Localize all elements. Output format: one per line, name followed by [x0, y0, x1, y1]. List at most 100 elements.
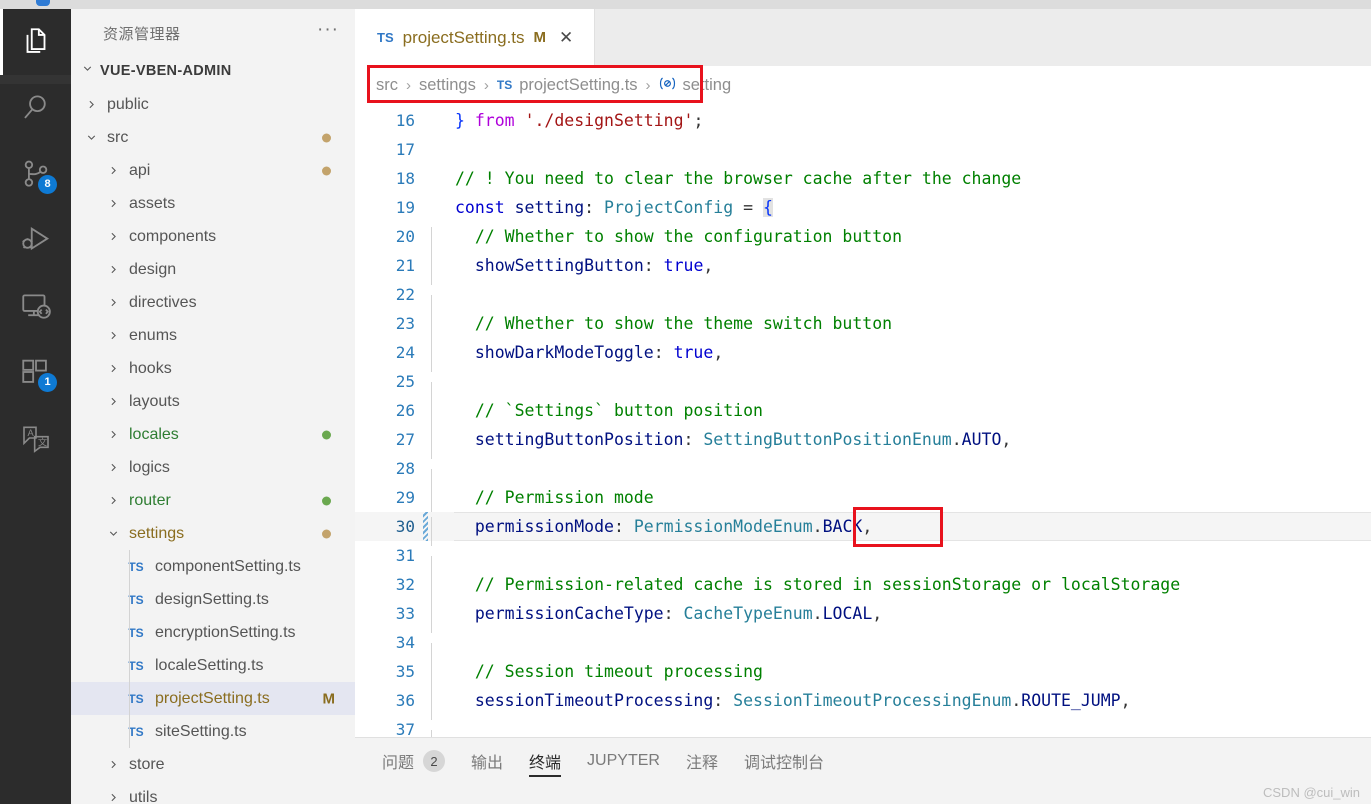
- code-token: :: [613, 517, 634, 536]
- breadcrumb-item-file[interactable]: TS projectSetting.ts: [497, 76, 638, 95]
- breadcrumb-item-symbol[interactable]: setting: [659, 75, 732, 95]
- chevron-down-icon[interactable]: [81, 131, 101, 144]
- source-control-badge: 8: [38, 175, 57, 194]
- editor-group: TS projectSetting.ts M ✕ src › settings …: [355, 9, 1371, 804]
- code-token: true: [673, 343, 714, 362]
- file-tree-folder-src[interactable]: src: [71, 121, 355, 154]
- code-token: // Permission mode: [455, 488, 654, 507]
- chevron-right-icon[interactable]: [103, 164, 123, 177]
- file-tree-file-designSetting-ts[interactable]: TS designSetting.ts: [71, 583, 355, 616]
- panel-tab-问题[interactable]: 问题 2: [382, 738, 446, 784]
- code-token: ,: [703, 256, 714, 275]
- chevron-right-icon[interactable]: [103, 791, 123, 804]
- terminal-output-line: 21:27:43 [vite] page reload src/settings…: [355, 788, 1371, 804]
- code-line-text: // Whether to show the theme switch butt…: [431, 314, 892, 343]
- chevron-right-icon[interactable]: [103, 494, 123, 507]
- panel-tab-JUPYTER[interactable]: JUPYTER: [587, 738, 660, 784]
- gutter-spacer: [421, 483, 431, 512]
- code-line-37: 37: [355, 715, 1371, 737]
- panel-tab-注释[interactable]: 注释: [686, 738, 718, 784]
- panel-tab-badge: 2: [423, 750, 446, 772]
- file-tree-label: assets: [129, 194, 176, 212]
- file-tree-folder-settings[interactable]: settings: [71, 517, 355, 550]
- chevron-down-icon[interactable]: [103, 527, 123, 540]
- chevron-right-icon[interactable]: [103, 197, 123, 210]
- panel-tab-调试控制台[interactable]: 调试控制台: [744, 738, 824, 784]
- code-editor[interactable]: 15_16} from './designSetting';1718// ! Y…: [355, 104, 1371, 737]
- code-token: permissionCacheType: [474, 604, 664, 623]
- chevron-right-icon[interactable]: [103, 758, 123, 771]
- chevron-right-icon[interactable]: [103, 296, 123, 309]
- gutter-spacer: [421, 425, 431, 454]
- file-tree-file-localeSetting-ts[interactable]: TS localeSetting.ts: [71, 649, 355, 682]
- chevron-right-icon[interactable]: [103, 461, 123, 474]
- activity-bar-item-search[interactable]: [0, 75, 71, 141]
- code-line-text: sessionTimeoutProcessing: SessionTimeout…: [431, 691, 1131, 720]
- file-tree-folder-router[interactable]: router: [71, 484, 355, 517]
- workspace-root-row[interactable]: VUE-VBEN-ADMIN: [71, 57, 355, 85]
- code-line-text: // Permission-related cache is stored in…: [431, 575, 1180, 604]
- code-line-text: permissionCacheType: CacheTypeEnum.LOCAL…: [431, 604, 882, 633]
- code-line-text: // Whether to show the configuration but…: [431, 227, 902, 256]
- file-tree-folder-assets[interactable]: assets: [71, 187, 355, 220]
- line-number: 22: [395, 285, 415, 304]
- activity-bar-item-run-and-debug[interactable]: [0, 207, 71, 273]
- file-tree-folder-public[interactable]: public: [71, 88, 355, 121]
- chevron-right-icon[interactable]: [81, 98, 101, 111]
- file-tree-folder-layouts[interactable]: layouts: [71, 385, 355, 418]
- file-tree-file-siteSetting-ts[interactable]: TS siteSetting.ts: [71, 715, 355, 748]
- activity-bar-item-extensions[interactable]: 1: [0, 339, 71, 405]
- file-tree-file-projectSetting-ts[interactable]: TS projectSetting.ts M: [71, 682, 355, 715]
- explorer-more-actions-button[interactable]: ···: [317, 20, 339, 41]
- file-tree-folder-utils[interactable]: utils: [71, 781, 355, 804]
- code-token: .: [1011, 691, 1022, 710]
- line-number: 18: [395, 169, 415, 188]
- file-tree-folder-design[interactable]: design: [71, 253, 355, 286]
- chevron-right-icon[interactable]: [103, 428, 123, 441]
- file-tree-folder-components[interactable]: components: [71, 220, 355, 253]
- file-tree-folder-store[interactable]: store: [71, 748, 355, 781]
- chevron-right-icon[interactable]: [103, 329, 123, 342]
- activity-bar-item-explorer[interactable]: [0, 9, 71, 75]
- chevron-right-icon[interactable]: [103, 362, 123, 375]
- file-tree-label: logics: [129, 458, 170, 476]
- code-token: showSettingButton: [474, 256, 644, 275]
- file-tree-row-content: settings: [71, 525, 184, 543]
- breadcrumb-item-settings[interactable]: settings: [419, 76, 476, 95]
- file-tree-label: api: [129, 161, 151, 179]
- file-tree-folder-directives[interactable]: directives: [71, 286, 355, 319]
- gutter-spacer: [421, 135, 431, 164]
- file-tree-label: public: [107, 95, 149, 113]
- file-tree-folder-logics[interactable]: logics: [71, 451, 355, 484]
- breadcrumb-label: projectSetting.ts: [519, 75, 638, 94]
- activity-bar-item-source-control[interactable]: 8: [0, 141, 71, 207]
- file-tree-file-componentSetting-ts[interactable]: TS componentSetting.ts: [71, 550, 355, 583]
- explorer-sidebar: 资源管理器 ··· VUE-VBEN-ADMIN public src api ass…: [71, 9, 355, 804]
- line-number: 16: [395, 111, 415, 130]
- close-icon[interactable]: ✕: [559, 28, 573, 48]
- code-line-36: 36 sessionTimeoutProcessing: SessionTime…: [355, 686, 1371, 720]
- panel-tab-输出[interactable]: 输出: [471, 738, 503, 784]
- panel-tab-终端[interactable]: 终端: [529, 738, 562, 784]
- file-tree-folder-locales[interactable]: locales: [71, 418, 355, 451]
- line-number: 36: [395, 691, 415, 710]
- file-status-dot: [322, 166, 331, 175]
- breadcrumb-label: setting: [682, 75, 732, 94]
- breadcrumb-item-src[interactable]: src: [376, 76, 398, 95]
- activity-bar-item-translate[interactable]: A 文: [0, 405, 71, 471]
- file-tree-folder-hooks[interactable]: hooks: [71, 352, 355, 385]
- file-tree-file-encryptionSetting-ts[interactable]: TS encryptionSetting.ts: [71, 616, 355, 649]
- file-tree-folder-api[interactable]: api: [71, 154, 355, 187]
- file-tree-row-content: hooks: [71, 360, 172, 378]
- activity-bar-item-remote-explorer[interactable]: [0, 273, 71, 339]
- file-tree-folder-enums[interactable]: enums: [71, 319, 355, 352]
- code-token: setting: [514, 198, 585, 217]
- file-tree-row-content: enums: [71, 327, 177, 345]
- chevron-right-icon[interactable]: [103, 395, 123, 408]
- chevron-right-icon[interactable]: [103, 263, 123, 276]
- file-tree-row-content: locales: [71, 426, 179, 444]
- chevron-right-icon[interactable]: [103, 230, 123, 243]
- gutter-spacer: [421, 280, 431, 309]
- editor-tab-projectSetting[interactable]: TS projectSetting.ts M ✕: [355, 9, 595, 66]
